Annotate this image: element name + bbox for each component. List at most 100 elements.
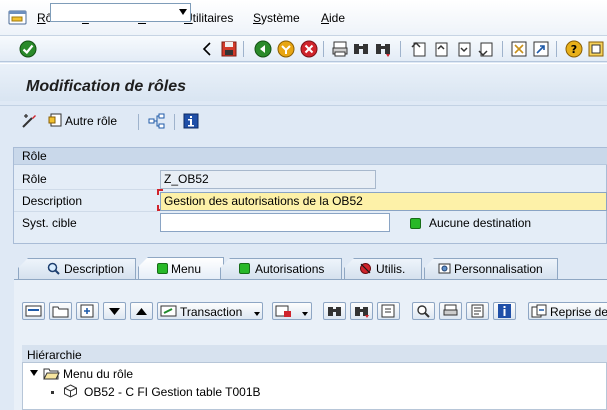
help-icon[interactable]: ?	[565, 40, 583, 58]
tab-personnalisation-label: Personnalisation	[454, 262, 543, 276]
tab-description[interactable]: Description	[18, 258, 136, 279]
other-role-button[interactable]: Autre rôle	[48, 113, 122, 130]
role-group-header	[14, 148, 607, 165]
new-folder-button[interactable]	[49, 302, 72, 320]
toolbar-separator	[400, 41, 401, 57]
find-icon[interactable]	[352, 40, 370, 58]
command-field[interactable]	[50, 3, 191, 22]
tab-utilisateurs[interactable]: Utilis.	[344, 258, 422, 279]
tab-autorisations[interactable]: Autorisations	[220, 258, 342, 279]
reprise-label: Reprise de	[550, 305, 607, 319]
description-field[interactable]: Gestion des autorisations de la OB52	[160, 192, 607, 211]
print-tree-button[interactable]	[439, 302, 462, 320]
tree-child-label[interactable]: OB52 - C FI Gestion table T001B	[84, 385, 261, 399]
status-green-icon	[239, 263, 250, 274]
status-red-icon	[360, 263, 371, 274]
find-next-icon[interactable]	[374, 40, 392, 58]
chevron-down-icon	[254, 312, 260, 316]
status-green-icon	[410, 218, 421, 229]
cancel-icon[interactable]	[300, 40, 318, 58]
customizing-icon	[438, 263, 451, 274]
toolbar-separator	[138, 114, 139, 130]
menu-aide[interactable]: Aide	[321, 11, 345, 25]
find-button[interactable]	[323, 302, 346, 320]
menu-utilitaires[interactable]: Utilitaires	[184, 11, 233, 25]
svg-text:?: ?	[571, 43, 577, 56]
delete-node-button[interactable]	[272, 302, 312, 320]
reprise-button[interactable]: Reprise de	[528, 302, 607, 320]
other-object-icon	[48, 113, 62, 127]
toolbar-separator	[556, 41, 557, 57]
tab-autorisations-label: Autorisations	[255, 262, 325, 276]
divider	[0, 105, 607, 106]
other-role-label: Autre rôle	[65, 114, 118, 128]
move-up-button[interactable]	[130, 302, 153, 320]
move-icon	[80, 304, 94, 318]
chevron-down-icon[interactable]	[179, 9, 187, 15]
sap-menu-icon[interactable]	[8, 9, 28, 26]
move-down-button[interactable]	[103, 302, 126, 320]
copy-menu-icon	[531, 304, 547, 318]
save-icon[interactable]	[220, 40, 238, 58]
move-node-button[interactable]	[76, 302, 99, 320]
page-title: Modification de rôles	[26, 78, 187, 95]
display-change-icon[interactable]	[21, 113, 38, 129]
tab-utilisateurs-label: Utilis.	[376, 262, 406, 276]
toolbar-separator	[174, 114, 175, 130]
document-icon	[471, 304, 484, 318]
expand-subtree-button[interactable]	[377, 302, 400, 320]
print-icon	[443, 304, 458, 316]
folder-icon	[52, 306, 69, 318]
print-icon[interactable]	[331, 40, 349, 58]
exit-icon[interactable]	[277, 40, 295, 58]
expand-arrow-icon[interactable]	[30, 370, 38, 376]
new-session-icon[interactable]	[510, 40, 528, 58]
info-button[interactable]	[493, 302, 516, 320]
find-next-button[interactable]	[350, 302, 373, 320]
tabstrip-line	[14, 279, 607, 280]
transaction-cube-icon	[64, 384, 77, 398]
change-node-button[interactable]	[22, 302, 45, 320]
tree-leaf-bullet	[51, 391, 54, 394]
transaction-icon	[160, 305, 177, 317]
tab-menu[interactable]: Menu	[138, 257, 224, 279]
tab-description-label: Description	[64, 262, 125, 276]
first-page-icon[interactable]	[410, 40, 428, 58]
documentation-button[interactable]	[466, 302, 489, 320]
toolbar-separator	[502, 41, 503, 57]
tab-personnalisation[interactable]: Personnalisation	[424, 258, 558, 279]
target-system-field[interactable]	[160, 213, 390, 232]
transaction-button[interactable]: Transaction	[157, 302, 263, 320]
magnifier-icon	[417, 305, 430, 318]
next-page-icon[interactable]	[455, 40, 473, 58]
find-icon	[328, 307, 341, 316]
find-next-icon	[355, 307, 369, 318]
zoom-button[interactable]	[412, 302, 435, 320]
node-edit-icon	[25, 305, 42, 317]
triangle-up-icon	[136, 308, 147, 315]
previous-page-icon[interactable]	[432, 40, 450, 58]
divider	[14, 211, 158, 212]
destination-status: Aucune destination	[429, 216, 532, 230]
last-page-icon[interactable]	[477, 40, 495, 58]
folder-open-icon	[43, 368, 60, 380]
description-label: Description	[22, 194, 83, 208]
enter-check-icon[interactable]	[19, 40, 37, 58]
collapse-arrow-icon[interactable]	[198, 40, 216, 58]
toolbar-separator	[243, 41, 244, 57]
magnifier-icon	[47, 262, 60, 275]
role-group-title: Rôle	[22, 149, 47, 163]
tab-menu-label: Menu	[171, 262, 202, 276]
tree-root-label[interactable]: Menu du rôle	[63, 367, 133, 381]
delete-icon	[275, 305, 291, 317]
target-system-label: Syst. cible	[22, 216, 77, 230]
info-icon	[498, 304, 511, 318]
hierarchy-icon[interactable]	[148, 113, 166, 129]
shortcut-icon[interactable]	[532, 40, 550, 58]
menu-systeme[interactable]: Système	[253, 11, 300, 25]
info-icon[interactable]	[183, 113, 199, 129]
role-label: Rôle	[22, 172, 47, 186]
back-icon[interactable]	[254, 40, 272, 58]
toolbar-separator	[323, 41, 324, 57]
layout-menu-icon[interactable]	[587, 40, 605, 58]
